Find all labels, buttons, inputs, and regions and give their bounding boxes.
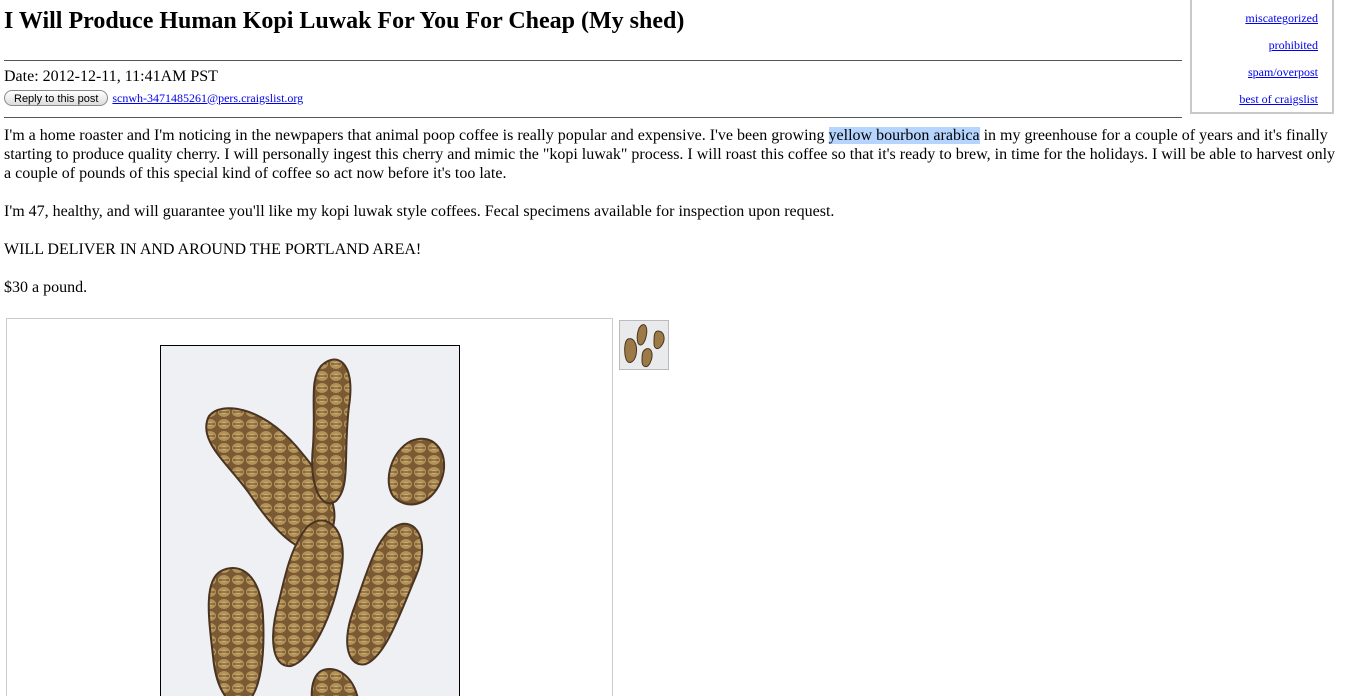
reply-row: Reply to this post scnwh-3471485261@pers…: [4, 89, 303, 107]
main-photo[interactable]: [160, 345, 460, 696]
reply-to-post-button[interactable]: Reply to this post: [4, 90, 109, 106]
posting-page: I Will Produce Human Kopi Luwak For You …: [0, 0, 1346, 696]
body-divider: [4, 117, 1182, 118]
reply-email-link[interactable]: scnwh-3471485261@pers.craigslist.org: [112, 91, 303, 106]
price-paragraph: $30 a pound.: [4, 279, 88, 296]
body-paragraph: I'm 47, healthy, and will guarantee you'…: [4, 203, 835, 220]
image-thumbnail[interactable]: [619, 320, 669, 370]
coffee-beans-image: [161, 346, 459, 696]
thumbnail-image: [620, 321, 668, 369]
header-divider: [4, 60, 1182, 61]
selected-text: yellow bourbon arabica: [828, 127, 980, 144]
page-title: I Will Produce Human Kopi Luwak For You …: [4, 8, 685, 34]
flag-spam-link[interactable]: spam/overpost: [1248, 65, 1318, 80]
flag-prohibited-link[interactable]: prohibited: [1269, 38, 1318, 53]
body-text-segment: I'm a home roaster and I'm noticing in t…: [4, 127, 829, 144]
body-paragraph: WILL DELIVER IN AND AROUND THE PORTLAND …: [4, 241, 422, 258]
posting-body: I'm a home roaster and I'm noticing in t…: [4, 126, 1340, 316]
post-date: Date: 2012-12-11, 11:41AM PST: [4, 68, 218, 85]
flag-best-of-link[interactable]: best of craigslist: [1239, 92, 1318, 107]
body-paragraph: I'm a home roaster and I'm noticing in t…: [4, 126, 1340, 183]
flag-panel: miscategorized prohibited spam/overpost …: [1190, 0, 1334, 114]
flag-miscategorized-link[interactable]: miscategorized: [1245, 11, 1318, 26]
